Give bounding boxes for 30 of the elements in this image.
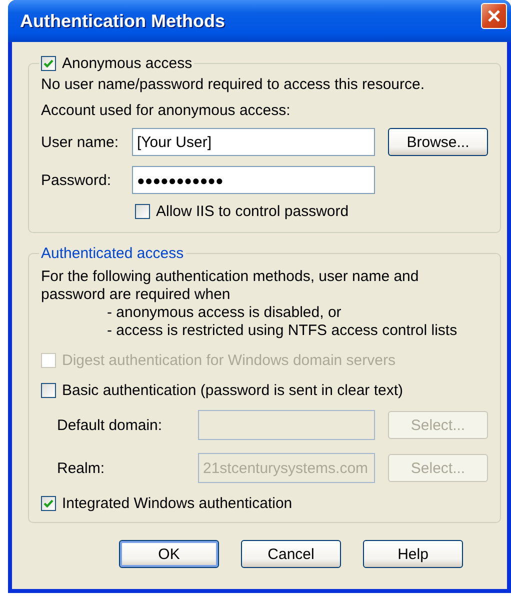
description-text: No user name/password required to access this resource. xyxy=(41,74,426,94)
window-title: Authentication Methods xyxy=(20,10,225,32)
group-title: Authenticated access xyxy=(41,245,184,262)
checkbox-label: Integrated Windows authentication xyxy=(62,494,292,512)
password-label: Password: xyxy=(41,172,112,188)
condition-text: - anonymous access is disabled, or xyxy=(106,304,342,322)
dialog-button[interactable]: Cancel xyxy=(241,540,341,568)
close-icon xyxy=(487,9,501,23)
checkbox-label: Allow IIS to control password xyxy=(156,202,349,220)
close-button[interactable] xyxy=(481,3,507,29)
dialog-button[interactable]: Help xyxy=(363,540,463,568)
checkbox[interactable] xyxy=(41,496,56,510)
user-name-field[interactable]: [Your User] xyxy=(132,128,375,156)
description-text: For the following authentication methods, user name and password are required when xyxy=(41,268,420,304)
dialog-button[interactable]: OK xyxy=(119,540,219,568)
field-label: Realm: xyxy=(56,460,106,476)
password-field[interactable]: ●●●●●●●●●●● xyxy=(132,166,375,194)
browse-button[interactable]: Browse... xyxy=(388,128,488,156)
checkbox-label: Anonymous access xyxy=(62,54,192,72)
check-icon xyxy=(43,58,54,68)
account-caption: Account used for anonymous access: xyxy=(41,100,292,120)
check-icon xyxy=(43,498,54,508)
user-name-label: User name: xyxy=(41,134,120,150)
checkbox[interactable] xyxy=(41,56,56,70)
checkbox[interactable] xyxy=(135,204,150,218)
field-label: Default domain: xyxy=(56,416,164,434)
condition-text: - access is restricted using NTFS access control lists xyxy=(106,322,458,340)
checkbox-label: Basic authentication (password is sent in clear text) xyxy=(62,382,403,398)
checkbox-label: Digest authentication for Windows domain servers xyxy=(62,352,396,368)
checkbox[interactable] xyxy=(41,382,56,398)
